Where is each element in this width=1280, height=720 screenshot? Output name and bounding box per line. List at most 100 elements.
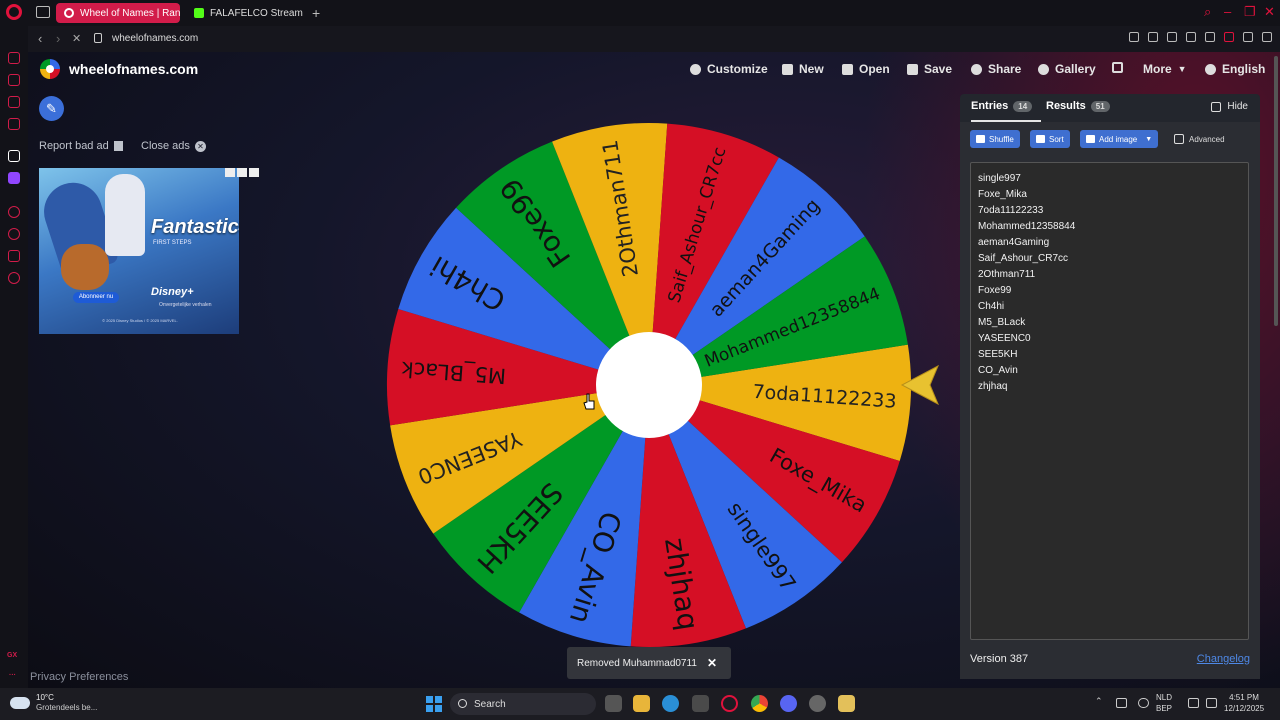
- maximize-icon[interactable]: ❐: [1244, 4, 1256, 20]
- site-logo-text[interactable]: wheelofnames.com: [69, 61, 198, 77]
- entry-line[interactable]: M5_BLack: [978, 315, 1241, 331]
- changelog-link[interactable]: Changelog: [1197, 653, 1250, 665]
- fullscreen-button[interactable]: [1112, 62, 1123, 73]
- entry-line[interactable]: Ch4hi: [978, 299, 1241, 315]
- ad-cta-button[interactable]: Abonneer nu: [73, 292, 119, 303]
- entry-line[interactable]: YASEENC0: [978, 331, 1241, 347]
- entry-line[interactable]: single997: [978, 171, 1241, 187]
- forward-icon[interactable]: ›: [56, 31, 60, 46]
- sort-button[interactable]: Sort: [1030, 130, 1070, 148]
- store-icon[interactable]: [692, 695, 709, 712]
- bookmark-icon[interactable]: [1129, 32, 1139, 42]
- customize-button[interactable]: Customize: [690, 62, 768, 76]
- sidebar-refresh-icon[interactable]: [8, 52, 20, 64]
- shuffle-button[interactable]: Shuffle: [970, 130, 1020, 148]
- close-window-icon[interactable]: ✕: [1264, 4, 1275, 20]
- menu-icon[interactable]: [1262, 32, 1272, 42]
- network-icon[interactable]: [1188, 698, 1199, 708]
- heart-icon[interactable]: [1205, 32, 1215, 42]
- entry-line[interactable]: aeman4Gaming: [978, 235, 1241, 251]
- player-icon[interactable]: [1186, 32, 1196, 42]
- edit-button[interactable]: ✎: [39, 96, 64, 121]
- task-view-icon[interactable]: [605, 695, 622, 712]
- sidebar-history-icon[interactable]: [8, 206, 20, 218]
- entry-line[interactable]: SEE5KH: [978, 347, 1241, 363]
- close-ads-link[interactable]: Close ads ✕: [141, 140, 206, 152]
- ad-banner[interactable]: Fantastic4 FIRST STEPS Abonneer nu Disne…: [39, 168, 239, 334]
- report-bad-ad-link[interactable]: Report bad ad: [39, 140, 123, 152]
- ad-choices-badge[interactable]: [225, 168, 259, 177]
- checkbox-icon[interactable]: [1174, 134, 1184, 144]
- new-button[interactable]: New: [782, 62, 824, 76]
- entry-line[interactable]: Mohammed12358844: [978, 219, 1241, 235]
- image-icon: [1086, 135, 1095, 143]
- entry-line[interactable]: 2Othman711: [978, 267, 1241, 283]
- wheel-logo-icon[interactable]: [40, 59, 60, 79]
- entry-line[interactable]: zhjhaq: [978, 379, 1241, 395]
- stop-loading-icon[interactable]: ✕: [72, 32, 81, 45]
- clock[interactable]: 4:51 PM 12/12/2025: [1224, 692, 1264, 714]
- sidebar-news-icon[interactable]: [8, 118, 20, 130]
- entry-line[interactable]: Foxe99: [978, 283, 1241, 299]
- snapshot-icon[interactable]: [1148, 32, 1158, 42]
- download-icon[interactable]: [1243, 32, 1253, 42]
- sidebar-settings-icon[interactable]: [8, 272, 20, 284]
- tab-entries[interactable]: Entries 14: [971, 100, 1042, 122]
- windows-start-icon[interactable]: [426, 696, 442, 712]
- steam-icon[interactable]: [809, 695, 826, 712]
- sidebar-twitch-icon[interactable]: [8, 172, 20, 184]
- taskbar-search[interactable]: Search: [450, 693, 596, 715]
- privacy-preferences-link[interactable]: Privacy Preferences: [30, 671, 128, 683]
- sidebar-messenger-icon[interactable]: [8, 96, 20, 108]
- add-image-button[interactable]: Add image ▼: [1080, 130, 1159, 148]
- file-explorer-icon[interactable]: [633, 695, 650, 712]
- back-icon[interactable]: ‹: [38, 31, 42, 46]
- more-button[interactable]: More ▼: [1143, 62, 1187, 76]
- tab-switcher-icon[interactable]: [36, 6, 50, 18]
- profile-icon[interactable]: [1224, 32, 1234, 42]
- share-button[interactable]: Share: [971, 62, 1021, 76]
- sidebar-more-icon[interactable]: ···: [9, 672, 16, 679]
- edge-icon[interactable]: [662, 695, 679, 712]
- url-field[interactable]: wheelofnames.com: [112, 33, 198, 44]
- gallery-button[interactable]: Gallery: [1038, 62, 1096, 76]
- wheel-of-names[interactable]: 7oda11122233Foxe_Mikasingle997zhjhaqCO_A…: [383, 119, 915, 651]
- minimize-icon[interactable]: –: [1224, 4, 1231, 19]
- tab-falafelco-stream[interactable]: FALAFELCO Stream - Wat: [186, 3, 306, 23]
- chevron-up-icon[interactable]: ⌃: [1095, 696, 1106, 706]
- globe-icon: [1205, 63, 1216, 75]
- language-button[interactable]: English: [1205, 62, 1265, 76]
- sidebar-clock-icon[interactable]: [8, 228, 20, 240]
- open-button[interactable]: Open: [842, 62, 890, 76]
- vpn-icon[interactable]: [1167, 32, 1177, 42]
- page-scrollbar[interactable]: [1274, 56, 1278, 326]
- save-button[interactable]: Save: [907, 62, 952, 76]
- search-tabs-icon[interactable]: ⌕: [1204, 4, 1211, 20]
- advanced-checkbox[interactable]: Advanced: [1174, 134, 1225, 144]
- opera-gx-icon[interactable]: [721, 695, 738, 712]
- hide-checkbox[interactable]: Hide: [1211, 101, 1248, 112]
- language-indicator[interactable]: NLD BEP: [1156, 692, 1172, 714]
- tab-wheel-of-names[interactable]: Wheel of Names | Random: [56, 3, 180, 23]
- onedrive-icon[interactable]: [1116, 698, 1127, 708]
- notepad-icon[interactable]: [838, 695, 855, 712]
- entry-line[interactable]: CO_Avin: [978, 363, 1241, 379]
- weather-widget[interactable]: 10°C Grotendeels be...: [10, 693, 97, 713]
- opera-logo-icon[interactable]: [6, 4, 22, 20]
- checkbox-icon[interactable]: [1211, 101, 1222, 112]
- microphone-icon[interactable]: [1138, 698, 1149, 708]
- discord-icon[interactable]: [780, 695, 797, 712]
- volume-icon[interactable]: [1206, 698, 1217, 708]
- tab-results[interactable]: Results 51: [1046, 100, 1110, 112]
- entry-line[interactable]: 7oda11122233: [978, 203, 1241, 219]
- sidebar-store-icon[interactable]: [8, 74, 20, 86]
- sidebar-aria-icon[interactable]: [8, 150, 20, 162]
- chrome-icon[interactable]: [751, 695, 768, 712]
- entries-textarea[interactable]: single997 Foxe_Mika 7oda11122233 Mohammed12…: [970, 162, 1249, 640]
- new-tab-plus-icon[interactable]: +: [312, 5, 320, 21]
- sidebar-extensions-icon[interactable]: [8, 250, 20, 262]
- entry-line[interactable]: Saif_Ashour_CR7cc: [978, 251, 1241, 267]
- entry-line[interactable]: Foxe_Mika: [978, 187, 1241, 203]
- close-icon[interactable]: ✕: [707, 656, 717, 670]
- wheel-center-hub[interactable]: [596, 332, 702, 438]
